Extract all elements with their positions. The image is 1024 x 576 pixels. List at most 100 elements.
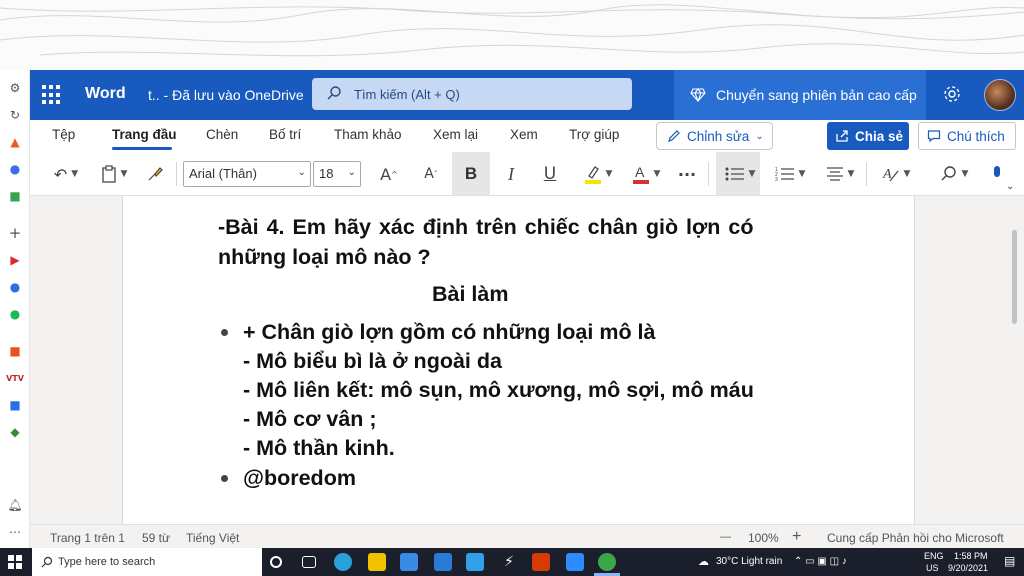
edge-icon[interactable] bbox=[334, 553, 352, 571]
office-icon[interactable]: ■ bbox=[7, 343, 23, 359]
search-box[interactable] bbox=[312, 78, 632, 110]
tab-insert[interactable]: Chèn bbox=[206, 127, 238, 142]
task-view-icon[interactable] bbox=[302, 556, 316, 568]
search-input[interactable] bbox=[354, 84, 614, 104]
avatar[interactable] bbox=[984, 79, 1016, 111]
more-icon[interactable]: ⋯ bbox=[7, 524, 23, 540]
doc-line-9: @boredom bbox=[243, 466, 356, 490]
comments-button[interactable]: Chú thích bbox=[918, 122, 1016, 150]
app-launcher-icon[interactable] bbox=[42, 85, 62, 105]
add-icon[interactable]: + bbox=[7, 224, 23, 242]
background-strip bbox=[0, 0, 1024, 70]
diamond-icon bbox=[690, 88, 706, 102]
spotify-icon[interactable]: ● bbox=[7, 306, 23, 322]
format-painter-button[interactable] bbox=[142, 162, 168, 186]
zoom-in-button[interactable]: + bbox=[792, 528, 801, 546]
tab-help[interactable]: Trợ giúp bbox=[569, 127, 619, 142]
vertical-scrollbar[interactable] bbox=[1012, 230, 1017, 324]
taskbar-search[interactable]: Type here to search bbox=[32, 548, 262, 576]
more-options-button[interactable]: ··· bbox=[674, 162, 700, 186]
zoom-out-button[interactable]: — bbox=[720, 531, 731, 543]
photos-icon[interactable] bbox=[466, 553, 484, 571]
bolt-app-icon[interactable]: ⚡︎ bbox=[500, 553, 518, 571]
find-button[interactable]: ▼ bbox=[934, 162, 974, 186]
paste-button[interactable]: ▼ bbox=[94, 162, 134, 186]
numbering-button[interactable]: 1 2 3 ▼ bbox=[770, 162, 810, 186]
ribbon-tabs: Tệp Trang đầu Chèn Bố trí Tham khảo Xem … bbox=[30, 120, 1024, 152]
tray-icons[interactable]: ⌃ ▭ ▣ ◫ ♪ bbox=[794, 556, 847, 567]
grow-font-icon[interactable]: A ^ bbox=[376, 162, 402, 186]
formatting-toolbar: ↶ ▼ ▼ Arial (Thân) ⌄ 18 ⌄ A ^ Aˇ B I U ▼… bbox=[30, 152, 1024, 196]
italic-button[interactable]: I bbox=[498, 162, 524, 186]
underline-button[interactable]: U bbox=[537, 162, 563, 186]
notification-icon[interactable]: ▤ bbox=[1004, 554, 1015, 568]
weather-icon[interactable]: ☁︎ bbox=[698, 555, 709, 568]
file-explorer-icon[interactable] bbox=[368, 553, 386, 571]
game-icon[interactable]: ■ bbox=[7, 188, 23, 204]
share-icon bbox=[836, 130, 848, 142]
styles-button[interactable]: A ▼ bbox=[876, 162, 916, 186]
tab-view[interactable]: Xem bbox=[510, 127, 538, 142]
history-icon[interactable]: ↻ bbox=[7, 107, 23, 123]
search-icon bbox=[327, 86, 341, 100]
bold-button[interactable]: B bbox=[452, 152, 490, 195]
doc-line-8: - Mô thần kinh. bbox=[243, 436, 395, 460]
highlighter-icon bbox=[584, 166, 601, 184]
zoom-level[interactable]: 100% bbox=[748, 531, 779, 545]
youtube-icon[interactable]: ▶ bbox=[7, 252, 23, 268]
weather-text[interactable]: 30°C Light rain bbox=[716, 556, 782, 567]
expand-ribbon-icon[interactable]: ⌄ bbox=[1006, 174, 1014, 198]
font-family-value: Arial (Thân) bbox=[189, 166, 257, 181]
tab-file[interactable]: Tệp bbox=[52, 127, 75, 142]
messenger-icon[interactable]: ● bbox=[7, 161, 23, 177]
share-button[interactable]: Chia sẻ bbox=[827, 122, 909, 150]
document-page[interactable]: -Bài 4. Em hãy xác định trên chiếc chân … bbox=[122, 196, 915, 524]
tab-home[interactable]: Trang đầu bbox=[112, 127, 177, 142]
editing-mode-button[interactable]: Chỉnh sửa ⌄ bbox=[656, 122, 773, 150]
language-indicator[interactable]: Tiếng Việt bbox=[186, 531, 239, 545]
bell-icon[interactable]: 🔔︎ bbox=[7, 497, 23, 513]
font-size-select[interactable]: 18 ⌄ bbox=[313, 161, 361, 187]
svg-text:3: 3 bbox=[775, 177, 778, 182]
mail-icon[interactable] bbox=[434, 553, 452, 571]
toolbar-divider bbox=[176, 162, 177, 186]
align-button[interactable]: ▼ bbox=[820, 162, 860, 186]
font-family-select[interactable]: Arial (Thân) ⌄ bbox=[183, 161, 311, 187]
zoom-app-icon[interactable] bbox=[566, 553, 584, 571]
facebook-icon[interactable]: ● bbox=[7, 279, 23, 295]
app-name[interactable]: Word bbox=[85, 85, 126, 103]
tab-layout[interactable]: Bố trí bbox=[269, 127, 301, 142]
windows-start-icon[interactable] bbox=[8, 555, 22, 569]
bullet-dot bbox=[221, 475, 228, 482]
chrome-icon[interactable] bbox=[598, 553, 616, 571]
bullets-button[interactable]: ▼ bbox=[720, 162, 760, 186]
shrink-font-icon[interactable]: Aˇ bbox=[418, 162, 444, 186]
font-color-button[interactable]: A ▼ bbox=[626, 162, 666, 186]
flame-icon[interactable]: ▲ bbox=[7, 134, 23, 150]
graduation-icon[interactable]: ◆ bbox=[7, 424, 23, 440]
bullet-list-icon bbox=[725, 167, 744, 181]
document-title[interactable]: t.. - Đã lưu vào OneDrive bbox=[148, 87, 304, 103]
input-language-bottom[interactable]: US bbox=[926, 563, 939, 573]
news-icon[interactable]: ■ bbox=[7, 397, 23, 413]
premium-button[interactable]: Chuyển sang phiên bản cao cấp bbox=[674, 70, 926, 120]
feedback-link[interactable]: Cung cấp Phản hồi cho Microsoft bbox=[827, 531, 1004, 545]
tab-review[interactable]: Xem lại bbox=[433, 127, 478, 142]
clock-time[interactable]: 1:58 PM bbox=[954, 551, 988, 561]
highlight-button[interactable]: ▼ bbox=[578, 162, 618, 186]
vtv-icon[interactable]: VTV bbox=[6, 370, 24, 386]
paintbrush-icon bbox=[148, 167, 163, 181]
store-icon[interactable] bbox=[400, 553, 418, 571]
gear-icon[interactable]: ⚙ bbox=[7, 80, 23, 96]
settings-gear-icon[interactable] bbox=[942, 84, 962, 104]
office-app-icon[interactable] bbox=[532, 553, 550, 571]
doc-line-6: - Mô liên kết: mô sụn, mô xương, mô sợi,… bbox=[243, 378, 754, 402]
cortana-icon[interactable] bbox=[270, 556, 282, 568]
clock-date[interactable]: 9/20/2021 bbox=[948, 563, 988, 573]
input-language-top[interactable]: ENG bbox=[924, 551, 944, 561]
undo-button[interactable]: ↶ ▼ bbox=[46, 162, 86, 186]
tab-references[interactable]: Tham khảo bbox=[334, 127, 402, 142]
search-icon bbox=[941, 166, 956, 181]
chevron-down-icon: ⌄ bbox=[347, 167, 356, 178]
dictate-button[interactable] bbox=[990, 162, 1004, 186]
